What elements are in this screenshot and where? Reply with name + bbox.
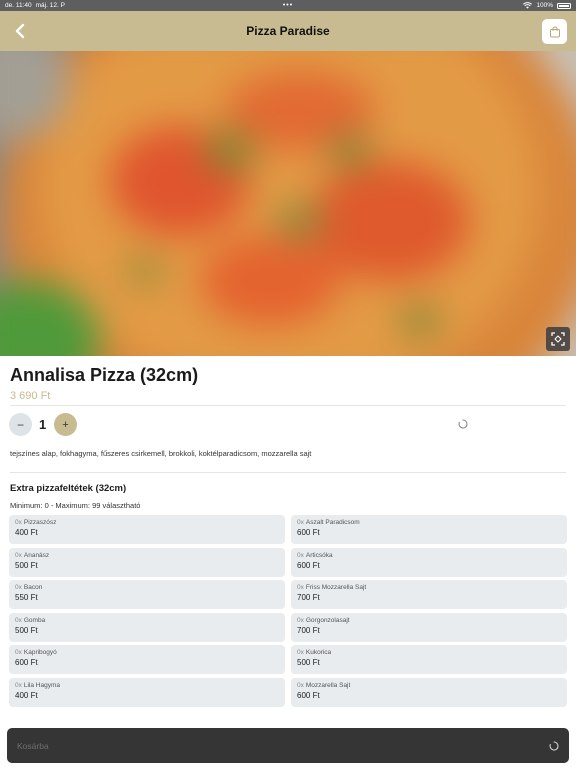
extra-name: Lila Hagyma xyxy=(23,681,61,689)
extra-count: 0x xyxy=(297,519,304,526)
extra-name: Ananász xyxy=(23,551,50,559)
extra-option-label: 0x Friss Mozzarella Sajt xyxy=(297,584,561,591)
extra-option-label: 0x Kapribogyó xyxy=(15,649,279,656)
extra-name: Kapribogyó xyxy=(23,649,57,657)
extra-price: 400 Ft xyxy=(15,690,38,700)
extra-count: 0x xyxy=(297,681,304,689)
shopping-bag-icon xyxy=(549,26,560,37)
extras-grid: 0x Pizzaszósz 400 Ft 0x Aszalt Paradicsom … xyxy=(9,515,567,707)
extra-price: 600 Ft xyxy=(15,658,38,668)
extra-option[interactable]: 0x Kukorica 500 Ft xyxy=(291,645,567,675)
product-name: Annalisa Pizza (32cm) xyxy=(10,365,199,385)
product-image xyxy=(0,51,576,356)
status-bar: de. 11:40 máj. 12. P ••• 100% xyxy=(0,0,576,11)
chevron-left-icon xyxy=(15,23,25,39)
divider xyxy=(10,405,566,406)
page-title: Pizza Paradise xyxy=(246,24,330,38)
extra-option-label: 0x Bacon xyxy=(15,584,279,591)
extra-option[interactable]: 0x Mozzarella Sajt 600 Ft xyxy=(291,677,567,707)
extra-price: 700 Ft xyxy=(297,593,320,603)
extra-option-label: 0x Aszalt Paradicsom xyxy=(297,519,561,526)
multitasking-dots: ••• xyxy=(282,2,294,9)
extra-option-label: 0x Articsóka xyxy=(297,552,561,559)
expand-icon xyxy=(551,332,565,346)
quantity-decrease-button[interactable]: − xyxy=(9,413,32,436)
extra-count: 0x xyxy=(297,649,304,657)
extra-name: Mozzarella Sajt xyxy=(305,681,351,689)
extra-count: 0x xyxy=(297,584,304,592)
extra-name: Gorgonzolasajt xyxy=(305,616,350,624)
extras-heading: Extra pizzafeltétek (32cm) xyxy=(10,483,127,494)
extra-name: Aszalt Paradicsom xyxy=(305,519,360,526)
add-to-cart-button[interactable]: Kosárba xyxy=(7,728,569,763)
extra-option-label: 0x Gomba xyxy=(15,617,279,624)
product-ingredients: tejszínes alap, fokhagyma, fűszeres csir… xyxy=(10,449,312,458)
extra-count: 0x xyxy=(15,616,22,624)
extra-option[interactable]: 0x Articsóka 600 Ft xyxy=(291,547,567,577)
extra-price: 500 Ft xyxy=(15,560,38,570)
extras-limits: Minimum: 0 - Maximum: 99 választható xyxy=(10,501,141,510)
status-time: de. 11:40 xyxy=(5,2,32,9)
add-to-cart-label: Kosárba xyxy=(17,740,49,751)
extra-option[interactable]: 0x Ananász 500 Ft xyxy=(9,547,285,577)
extra-count: 0x xyxy=(297,551,304,559)
extra-option[interactable]: 0x Pizzaszósz 400 Ft xyxy=(9,515,285,544)
extra-count: 0x xyxy=(15,584,22,592)
extra-option[interactable]: 0x Aszalt Paradicsom 600 Ft xyxy=(291,515,567,544)
extra-option[interactable]: 0x Gorgonzolasajt 700 Ft xyxy=(291,612,567,642)
extra-name: Bacon xyxy=(23,584,43,592)
extra-price: 550 Ft xyxy=(15,593,38,603)
extra-name: Pizzaszósz xyxy=(23,519,57,526)
extra-option-label: 0x Kukorica xyxy=(297,649,561,656)
nav-bar: Pizza Paradise xyxy=(0,11,576,51)
extra-option[interactable]: 0x Kapribogyó 600 Ft xyxy=(9,645,285,675)
extra-option-label: 0x Lila Hagyma xyxy=(15,682,279,689)
extra-price: 500 Ft xyxy=(15,625,38,635)
extra-price: 700 Ft xyxy=(297,625,320,635)
plus-label: + xyxy=(62,418,69,431)
battery-percent: 100% xyxy=(536,2,553,9)
cart-button[interactable] xyxy=(542,19,567,44)
extra-count: 0x xyxy=(15,519,22,526)
quantity-value: 1 xyxy=(39,417,47,432)
battery-icon xyxy=(557,2,571,9)
extra-option[interactable]: 0x Lila Hagyma 400 Ft xyxy=(9,677,285,707)
loading-spinner-icon xyxy=(458,419,468,429)
status-date: máj. 12. P xyxy=(35,2,65,9)
extra-price: 600 Ft xyxy=(297,560,320,570)
extra-name: Articsóka xyxy=(305,551,333,559)
extra-name: Kukorica xyxy=(305,649,332,657)
extra-name: Friss Mozzarella Sajt xyxy=(305,584,367,592)
extra-price: 500 Ft xyxy=(297,658,320,668)
extra-count: 0x xyxy=(15,681,22,689)
extra-option[interactable]: 0x Bacon 550 Ft xyxy=(9,580,285,610)
loading-spinner-icon xyxy=(549,740,559,751)
extra-price: 400 Ft xyxy=(15,528,38,537)
divider xyxy=(10,472,566,473)
extra-count: 0x xyxy=(15,551,22,559)
extra-price: 600 Ft xyxy=(297,528,320,537)
extra-option-label: 0x Ananász xyxy=(15,552,279,559)
wifi-icon xyxy=(523,2,533,9)
back-button[interactable] xyxy=(8,19,32,43)
fullscreen-button[interactable] xyxy=(546,327,570,351)
quantity-increase-button[interactable]: + xyxy=(54,413,77,436)
extra-option[interactable]: 0x Gomba 500 Ft xyxy=(9,612,285,642)
extra-option-label: 0x Gorgonzolasajt xyxy=(297,617,561,624)
extra-count: 0x xyxy=(297,616,304,624)
minus-label: − xyxy=(16,417,24,432)
extra-option-label: 0x Mozzarella Sajt xyxy=(297,682,561,689)
product-price: 3 690 Ft xyxy=(10,390,51,402)
extra-option[interactable]: 0x Friss Mozzarella Sajt 700 Ft xyxy=(291,580,567,610)
extra-count: 0x xyxy=(15,649,22,657)
extra-option-label: 0x Pizzaszósz xyxy=(15,519,279,526)
extra-price: 600 Ft xyxy=(297,690,320,700)
extra-name: Gomba xyxy=(23,616,46,624)
pizza-photo xyxy=(0,51,576,356)
